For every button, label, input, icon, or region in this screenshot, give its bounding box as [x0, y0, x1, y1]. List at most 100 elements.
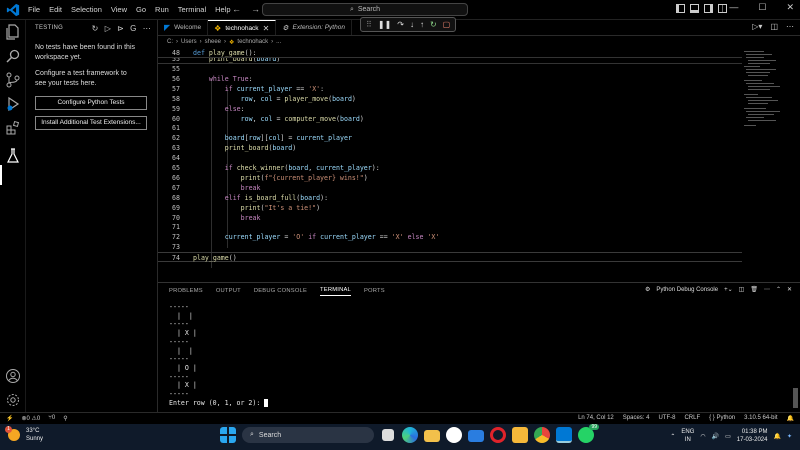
tab-terminal[interactable]: TERMINAL	[320, 287, 351, 296]
language-mode[interactable]: { } Python	[709, 415, 735, 422]
tab-problems[interactable]: PROBLEMS	[169, 288, 203, 294]
menu-file[interactable]: File	[28, 5, 40, 14]
more-terminal-actions-icon[interactable]: ⋯	[764, 286, 770, 293]
edge-browser-icon[interactable]	[402, 427, 418, 443]
code-line[interactable]: 58 row, col = player_move(board)	[158, 94, 742, 104]
code-line[interactable]: 71	[158, 222, 742, 232]
vscode-taskbar-icon[interactable]	[556, 427, 572, 443]
maximize-panel-icon[interactable]: ⌃	[776, 286, 781, 293]
battery-icon[interactable]: ▭	[725, 433, 731, 440]
task-view-icon[interactable]	[382, 429, 394, 441]
code-line[interactable]: 70 break	[158, 213, 742, 223]
debug-status-icon[interactable]: ⚲	[63, 415, 67, 422]
taskbar-search[interactable]: ⌕ Search	[242, 427, 374, 443]
search-view-icon[interactable]	[5, 48, 21, 64]
code-line[interactable]: 59 else:	[158, 104, 742, 114]
code-line[interactable]: 65 if check_winner(board, current_player…	[158, 163, 742, 173]
breadcrumb-users[interactable]: Users	[181, 39, 197, 45]
files-app-icon[interactable]	[512, 427, 528, 443]
code-line[interactable]: 57 if current_player == 'X':	[158, 84, 742, 94]
copilot-icon[interactable]: ✦	[787, 433, 792, 440]
tab-welcome[interactable]: ◤ Welcome	[158, 20, 209, 35]
extensions-icon[interactable]	[5, 120, 21, 136]
sticky-scroll-line[interactable]: 48 def play_game():	[158, 48, 742, 58]
code-line[interactable]: 73	[158, 242, 742, 252]
menu-run[interactable]: Run	[155, 5, 169, 14]
run-tests-icon[interactable]: ▷	[105, 24, 111, 33]
dell-app-icon[interactable]	[446, 427, 462, 443]
install-test-extensions-button[interactable]: Install Additional Test Extensions...	[35, 116, 147, 130]
start-windows-icon[interactable]	[220, 427, 236, 443]
toggle-primary-sidebar-icon[interactable]	[676, 4, 685, 13]
menu-terminal[interactable]: Terminal	[178, 5, 206, 14]
show-hidden-icons-icon[interactable]: ⌃	[670, 433, 675, 440]
menu-help[interactable]: Help	[215, 5, 230, 14]
breadcrumb-symbol[interactable]: ...	[276, 39, 281, 45]
drag-handle-icon[interactable]: ⠿	[366, 20, 372, 29]
close-tab-icon[interactable]: ✕	[263, 24, 270, 33]
input-language[interactable]: ENG IN	[681, 428, 694, 444]
command-center-search[interactable]: ⌕ Search	[262, 3, 468, 16]
step-out-icon[interactable]: ↑	[420, 20, 424, 29]
go-to-file-icon[interactable]: G	[130, 24, 137, 33]
clock[interactable]: 01:38 PM 17-03-2024	[737, 428, 768, 444]
accounts-icon[interactable]	[5, 368, 21, 384]
terminal-output[interactable]: ----- | | ----- | X | ----- | | ----- | O |…	[169, 303, 779, 411]
code-line[interactable]: 68 elif is_board_full(board):	[158, 193, 742, 203]
opera-browser-icon[interactable]	[490, 427, 506, 443]
code-line[interactable]: 56 while True:	[158, 74, 742, 84]
terminal-name[interactable]: Python Debug Console	[656, 287, 718, 293]
testing-flask-icon[interactable]	[5, 148, 21, 164]
chrome-browser-icon[interactable]	[534, 427, 550, 443]
interpreter-version[interactable]: 3.10.5 64-bit	[744, 415, 777, 422]
new-terminal-icon[interactable]: +⌄	[724, 286, 733, 293]
configure-python-tests-button[interactable]: Configure Python Tests	[35, 96, 147, 110]
tab-output[interactable]: OUTPUT	[216, 288, 241, 294]
code-line[interactable]: 63 print_board(board)	[158, 143, 742, 153]
code-line[interactable]: 64	[158, 153, 742, 163]
code-editor[interactable]: 48 def play_game(): 55 print_board(board) 5…	[158, 48, 742, 278]
terminal-scrollbar[interactable]	[793, 388, 798, 408]
encoding[interactable]: UTF-8	[658, 415, 675, 422]
minimize-icon[interactable]: —	[729, 2, 738, 13]
code-line[interactable]: 60 row, col = computer_move(board)	[158, 114, 742, 124]
run-file-icon[interactable]: ▷▾	[752, 22, 762, 31]
menu-edit[interactable]: Edit	[49, 5, 62, 14]
stop-icon[interactable]: ▢	[443, 20, 451, 29]
code-line[interactable]: 69 print("It's a tie!")	[158, 203, 742, 213]
forward-arrow-icon[interactable]: →	[251, 4, 260, 14]
debug-tests-icon[interactable]: ⊳	[117, 24, 124, 33]
split-editor-icon[interactable]: ◫	[770, 22, 778, 31]
split-terminal-icon[interactable]: ◫	[739, 286, 745, 293]
breadcrumb-file[interactable]: technohack	[237, 39, 268, 45]
maximize-icon[interactable]: ☐	[758, 2, 766, 13]
manage-gear-icon[interactable]	[5, 392, 21, 408]
more-editor-actions-icon[interactable]: ⋯	[786, 22, 794, 31]
code-line[interactable]: 72 current_player = 'O' if current_playe…	[158, 232, 742, 242]
code-line[interactable]: 67 break	[158, 183, 742, 193]
restart-icon[interactable]: ↻	[430, 20, 437, 29]
current-code-line[interactable]: 74 play_game()	[158, 252, 742, 263]
customize-layout-icon[interactable]	[718, 4, 727, 13]
step-into-icon[interactable]: ↓	[410, 20, 414, 29]
close-window-icon[interactable]: ✕	[786, 2, 794, 13]
tab-extension-python[interactable]: ⚙ Extension: Python	[276, 20, 352, 35]
breadcrumb-user[interactable]: sheee	[205, 39, 221, 45]
code-line[interactable]: 62 board[row][col] = current_player	[158, 133, 742, 143]
source-control-icon[interactable]	[5, 72, 21, 88]
indentation[interactable]: Spaces: 4	[623, 415, 650, 422]
toggle-panel-icon[interactable]	[690, 4, 699, 13]
notifications-icon[interactable]: 🔔	[787, 415, 794, 422]
refresh-tests-icon[interactable]: ↻	[92, 24, 99, 33]
tab-debug-console[interactable]: DEBUG CONSOLE	[254, 288, 307, 294]
ports-status[interactable]: ⑂0	[48, 415, 55, 422]
problems-status[interactable]: ⊗0 ⚠0	[21, 415, 40, 422]
notification-bell-icon[interactable]: 🔔	[773, 433, 780, 440]
mail-icon[interactable]	[468, 430, 484, 442]
kill-terminal-icon[interactable]: 🗑	[750, 286, 758, 293]
tab-technohack[interactable]: ❖ technohack ✕	[208, 20, 277, 35]
whatsapp-icon[interactable]: 99	[578, 424, 599, 443]
breadcrumb-drive[interactable]: C:	[167, 39, 173, 45]
code-line[interactable]: 61	[158, 123, 742, 133]
pause-icon[interactable]: ❚❚	[378, 20, 391, 29]
